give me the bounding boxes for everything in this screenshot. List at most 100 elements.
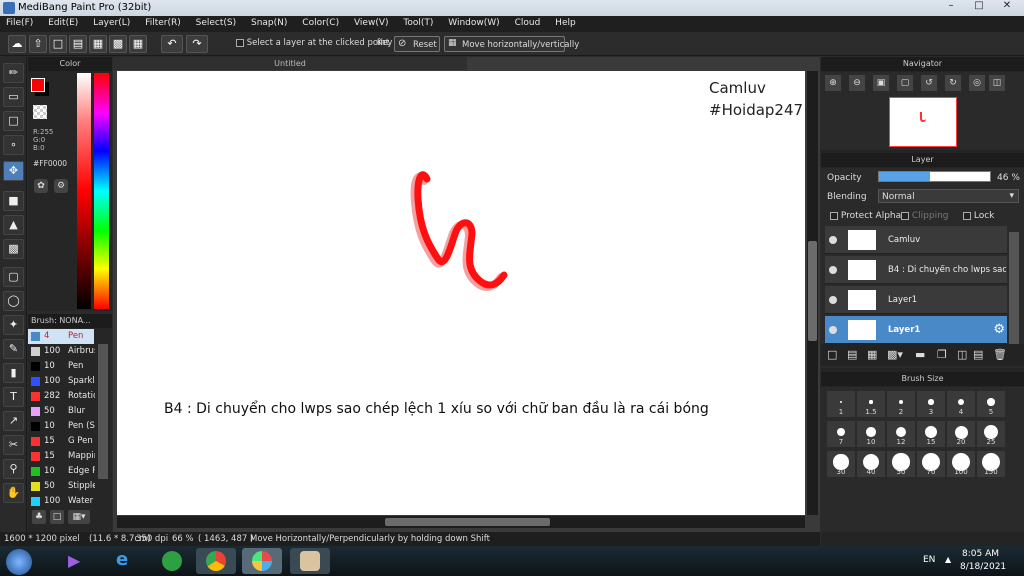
brush-size-option[interactable]: 4 (947, 391, 975, 417)
menu-cloud[interactable]: Cloud (509, 16, 547, 28)
material-icon[interactable]: ▩ (109, 35, 127, 53)
select-pen-tool-icon[interactable]: ✎ (3, 339, 24, 359)
brush-size-option[interactable]: 1 (827, 391, 855, 417)
brush-list-item[interactable]: 10 Pen (S (28, 419, 108, 434)
canvas-vertical-scrollbar[interactable] (807, 71, 818, 515)
blending-select[interactable]: Normal ▾ (878, 189, 1019, 203)
zoom-in-icon[interactable]: ⊕ (825, 75, 841, 91)
brush-list-item[interactable]: 15 G Pen (28, 434, 108, 449)
internet-explorer-icon[interactable]: e (104, 548, 144, 574)
brush-list-item[interactable]: 50 Blur (28, 404, 108, 419)
brush-list-item[interactable]: 15 Mapping (28, 449, 108, 464)
layer-add-menu-icon[interactable]: ▩▾ (887, 348, 903, 361)
brush-menu-icon[interactable]: ▦▾ (68, 510, 90, 524)
brush-size-option[interactable]: 1.5 (857, 391, 885, 417)
brush-size-option[interactable]: 100 (947, 451, 975, 477)
actual-size-icon[interactable]: ▢ (897, 75, 913, 91)
operation-tool-icon[interactable]: ↗ (3, 411, 24, 431)
menu-tool[interactable]: Tool(T) (397, 16, 439, 28)
magic-wand-tool-icon[interactable]: ✦ (3, 315, 24, 335)
paint-icon[interactable] (290, 548, 330, 574)
lasso-tool-icon[interactable]: ◯ (3, 291, 24, 311)
hue-slider[interactable] (94, 73, 109, 309)
add-brush-icon[interactable]: ♣ (32, 510, 46, 524)
reset-button[interactable]: ⊘ Reset (394, 36, 440, 52)
menu-window[interactable]: Window(W) (442, 16, 505, 28)
redo-icon[interactable]: ↷ (186, 35, 208, 53)
select-layer-option[interactable]: Select a layer at the clicked point (236, 38, 389, 48)
move-direction-button[interactable]: ▦ Move horizontally/vertically (444, 36, 579, 52)
vertical-scroll-thumb[interactable] (808, 241, 817, 341)
brush-size-option[interactable]: 3 (917, 391, 945, 417)
brush-list-scrollbar[interactable] (98, 344, 108, 479)
brush-size-option[interactable]: 50 (887, 451, 915, 477)
opacity-slider[interactable] (878, 171, 991, 182)
clock-date[interactable]: 8/18/2021 (960, 562, 1006, 572)
protect-alpha-checkbox[interactable] (830, 211, 838, 220)
lock-checkbox[interactable] (963, 211, 971, 220)
start-button-icon[interactable] (6, 549, 32, 575)
shape-tool-icon[interactable]: □ (3, 111, 24, 131)
brush-size-option[interactable]: 10 (857, 421, 885, 447)
brush-list-item[interactable]: 282 Rotation (28, 389, 108, 404)
maximize-button[interactable]: □ (966, 0, 992, 14)
brush-list-item[interactable]: 100 Airbrush (28, 344, 108, 359)
menu-layer[interactable]: Layer(L) (87, 16, 136, 28)
menu-color[interactable]: Color(C) (296, 16, 345, 28)
fill-rect-tool-icon[interactable]: ■ (3, 191, 24, 211)
tray-up-arrow-icon[interactable]: ▲ (945, 555, 951, 564)
document-icon[interactable]: ▦ (89, 35, 107, 53)
flip-icon[interactable]: ◫ (989, 75, 1005, 91)
visibility-icon[interactable] (829, 236, 837, 244)
select-eraser-tool-icon[interactable]: ▮ (3, 363, 24, 383)
canvas[interactable]: Camluv #Hoidap247 B4 : Di chuyển cho lwp… (117, 71, 805, 515)
transparent-swatch[interactable] (33, 105, 47, 119)
layer-row[interactable]: Layer1 ⚙ (825, 316, 1007, 344)
visual-studio-icon[interactable]: ▶ (56, 548, 96, 574)
brush-size-option[interactable]: 12 (887, 421, 915, 447)
delete-layer-icon[interactable]: 🗑 (993, 348, 1007, 361)
duplicate-layer-icon[interactable]: ❐ (937, 348, 947, 361)
folder-icon[interactable]: ▬ (915, 348, 925, 361)
eyedropper-tool-icon[interactable]: ⚲ (3, 459, 24, 479)
grid-icon[interactable]: ▦ (129, 35, 147, 53)
brush-size-option[interactable]: 15 (917, 421, 945, 447)
brush-tool-icon[interactable]: ✏ (3, 63, 24, 83)
reset-rotation-icon[interactable]: ◎ (969, 75, 985, 91)
menu-snap[interactable]: Snap(N) (245, 16, 293, 28)
palette-icon[interactable]: ✿ (34, 179, 48, 193)
hand-tool-icon[interactable]: ✋ (3, 483, 24, 503)
menu-view[interactable]: View(V) (348, 16, 395, 28)
brush-list-item[interactable]: 100 Sparkle (28, 374, 108, 389)
chrome-icon[interactable] (196, 548, 236, 574)
visibility-icon[interactable] (829, 326, 837, 334)
dot-tool-icon[interactable]: ∘ (3, 135, 24, 155)
new-8bit-layer-icon[interactable]: ▦ (867, 348, 877, 361)
eraser-tool-icon[interactable]: ▭ (3, 87, 24, 107)
lock-option[interactable]: Lock (963, 211, 994, 221)
brush-size-option[interactable]: 20 (947, 421, 975, 447)
menu-filter[interactable]: Filter(R) (139, 16, 187, 28)
primary-color-swatch[interactable] (31, 78, 45, 92)
clipping-checkbox[interactable] (901, 211, 909, 220)
brightness-slider[interactable] (77, 73, 91, 309)
layer-row[interactable]: Layer1 (825, 286, 1007, 314)
brush-size-option[interactable]: 5 (977, 391, 1005, 417)
brush-list-item[interactable]: 50 Stipple (28, 479, 108, 494)
brush-size-option[interactable]: 25 (977, 421, 1005, 447)
gradient-tool-icon[interactable]: ▩ (3, 239, 24, 259)
layer-list-scrollbar[interactable] (1009, 232, 1019, 344)
brush-size-option[interactable]: 2 (887, 391, 915, 417)
brush-size-option[interactable]: 30 (827, 451, 855, 477)
divide-tool-icon[interactable]: ✂ (3, 435, 24, 455)
share-icon[interactable]: ⇧ (29, 35, 47, 53)
bucket-tool-icon[interactable]: ▲ (3, 215, 24, 235)
color-settings-icon[interactable]: ⚙ (54, 179, 68, 193)
select-rect-tool-icon[interactable]: ▢ (3, 267, 24, 287)
protect-alpha-option[interactable]: Protect Alpha (830, 211, 901, 221)
cloud-icon[interactable]: ☁ (8, 35, 26, 53)
layer-properties-icon[interactable]: ▤ (973, 348, 983, 361)
layer-row[interactable]: Camluv (825, 226, 1007, 254)
new-layer-icon[interactable]: □ (827, 348, 837, 361)
close-button[interactable]: ✕ (994, 0, 1020, 14)
